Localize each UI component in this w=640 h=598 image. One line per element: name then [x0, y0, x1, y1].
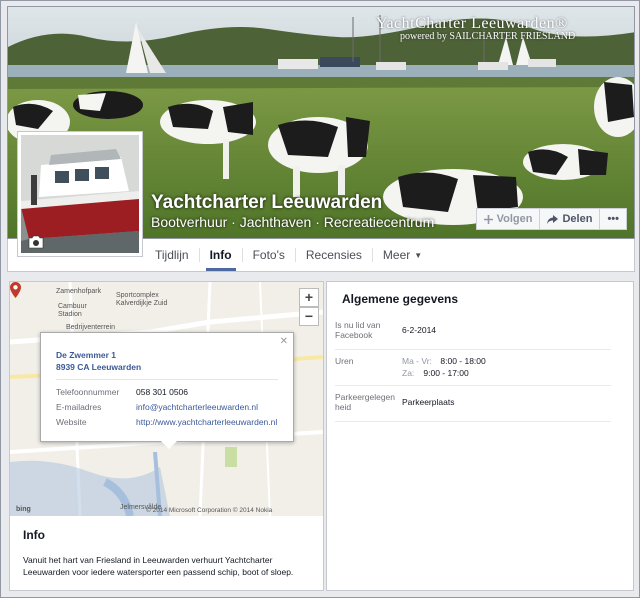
parking-label: Parkeergelegen heid	[335, 392, 396, 412]
phone-row: Telefoonnummer 058 301 0506	[56, 387, 188, 397]
hours-days: Ma - Vr:	[402, 356, 432, 366]
follow-label: Volgen	[496, 213, 533, 225]
page-categories: Bootverhuur · Jachthaven · Recreatiecent…	[151, 214, 435, 230]
close-icon[interactable]: ✕	[280, 336, 288, 347]
tab-label: Meer	[382, 248, 411, 262]
camera-icon[interactable]	[27, 235, 45, 249]
hours-time: 9:00 - 17:00	[423, 368, 469, 378]
map-label: Bedrijventerrein	[66, 324, 116, 331]
phone-value: 058 301 0506	[136, 387, 188, 397]
hours-days: Za:	[402, 368, 415, 378]
more-options-button[interactable]: •••	[600, 208, 627, 230]
member-since-value: 6-2-2014	[402, 325, 437, 335]
postal-address[interactable]: 8939 CA Leeuwarden	[56, 361, 141, 373]
plus-icon	[483, 214, 493, 224]
general-info-heading: Algemene gegevens	[342, 292, 459, 306]
tab-info[interactable]: Info	[200, 239, 242, 271]
general-info-card: Algemene gegevens Is nu lid van Facebook…	[326, 281, 634, 591]
info-description: Vanuit het hart van Friesland in Leeuwar…	[23, 555, 294, 577]
email-label: E-mailadres	[56, 402, 102, 412]
tab-more[interactable]: Meer ▼	[373, 239, 432, 271]
hours-saturday: Za: 9:00 - 17:00	[402, 367, 486, 379]
hours-list: Ma - Vr: 8:00 - 18:00 Za: 9:00 - 17:00	[402, 355, 486, 379]
tab-label: Recensies	[305, 248, 362, 262]
phone-label: Telefoonnummer	[56, 387, 120, 397]
share-button[interactable]: Delen	[540, 208, 601, 230]
street-address[interactable]: De Zwemmer 1	[56, 349, 141, 361]
share-label: Delen	[562, 213, 593, 225]
share-arrow-icon	[547, 214, 559, 224]
member-since-row: Is nu lid van Facebook 6-2-2014	[335, 316, 611, 350]
map-label: Sportcomplex Kalverdijkje Zuid	[116, 292, 168, 307]
tab-reviews[interactable]: Recensies	[296, 239, 372, 271]
hours-row: Uren Ma - Vr: 8:00 - 18:00 Za: 9:00 - 17…	[335, 350, 611, 386]
ellipsis-icon: •••	[607, 213, 619, 225]
website-label: Website	[56, 417, 87, 427]
popup-pointer	[161, 441, 177, 449]
follow-button[interactable]: Volgen	[475, 208, 541, 230]
info-heading: Info	[23, 528, 45, 542]
page-frame: YachtCharter Leeuwarden® powered by SAIL…	[0, 0, 640, 598]
email-row: E-mailadres info@yachtcharterleeuwarden.…	[56, 402, 258, 412]
email-link[interactable]: info@yachtcharterleeuwarden.nl	[136, 402, 258, 412]
caret-down-icon: ▼	[414, 250, 423, 260]
website-row: Website http://www.yachtcharterleeuwarde…	[56, 417, 277, 427]
tab-timeline[interactable]: Tijdlijn	[145, 239, 199, 271]
member-since-label: Is nu lid van Facebook	[335, 320, 381, 340]
location-map[interactable]: Zamenhofpark Sportcomplex Kalverdijkje Z…	[10, 282, 323, 516]
page-title[interactable]: Yachtcharter Leeuwarden	[151, 192, 382, 214]
popup-divider	[56, 379, 278, 380]
brand-subtitle: powered by SAILCHARTER FRIESLAND	[400, 31, 576, 42]
hours-weekday: Ma - Vr: 8:00 - 18:00	[402, 355, 486, 367]
tab-label: Tijdlijn	[155, 248, 189, 262]
popup-address: De Zwemmer 1 8939 CA Leeuwarden	[56, 349, 141, 373]
about-card: Zamenhofpark Sportcomplex Kalverdijkje Z…	[9, 281, 324, 591]
zoom-in-button[interactable]: +	[299, 288, 319, 307]
parking-row: Parkeergelegen heid Parkeerplaats	[335, 386, 611, 422]
map-label: Zamenhofpark	[56, 288, 102, 295]
tab-label: Foto's	[252, 248, 285, 262]
map-pin-icon[interactable]	[10, 282, 21, 298]
tab-photos[interactable]: Foto's	[243, 239, 295, 271]
bing-logo: bing	[16, 506, 31, 513]
map-label: Cambuur Stadion	[58, 303, 87, 318]
cover-actions: Volgen Delen •••	[475, 208, 627, 230]
parking-value: Parkeerplaats	[402, 397, 455, 407]
website-link[interactable]: http://www.yachtcharterleeuwarden.nl	[136, 417, 277, 427]
zoom-out-button[interactable]: −	[299, 307, 319, 326]
hours-label: Uren	[335, 356, 354, 366]
map-info-popup: ✕ De Zwemmer 1 8939 CA Leeuwarden Telefo…	[40, 332, 294, 449]
profile-picture[interactable]	[17, 131, 143, 257]
map-copyright: © 2014 Microsoft Corporation © 2014 Noki…	[146, 507, 273, 514]
hours-time: 8:00 - 18:00	[440, 356, 486, 366]
tab-label: Info	[209, 248, 232, 262]
